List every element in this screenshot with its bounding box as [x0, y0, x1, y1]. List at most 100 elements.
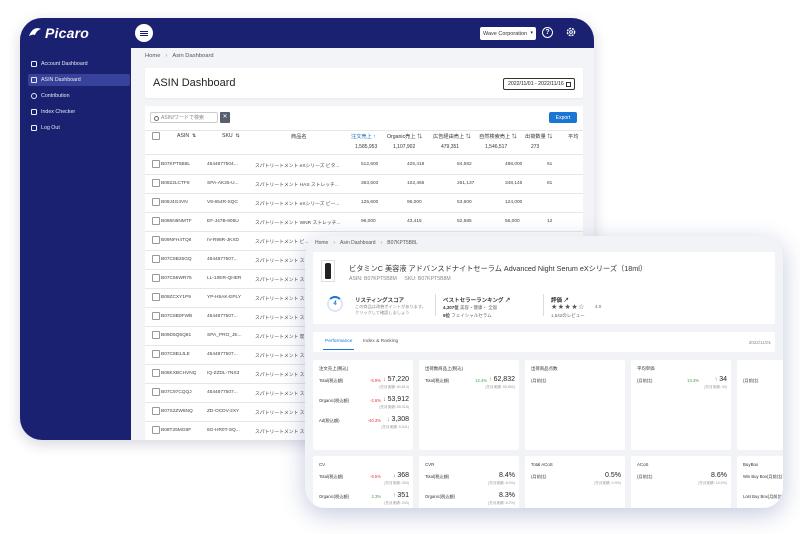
cell-asin[interactable]: B07C8B26GQ: [161, 257, 192, 262]
cell-asin[interactable]: B09NFH4TQ6: [161, 238, 191, 243]
column-header-organic-sales[interactable]: Organic売上 ⇅: [387, 133, 422, 140]
export-button[interactable]: Export: [549, 112, 577, 123]
cell-v3: 53,600: [457, 200, 472, 205]
row-checkbox[interactable]: [152, 426, 160, 434]
row-checkbox[interactable]: [152, 350, 160, 358]
breadcrumb-home[interactable]: Home: [315, 240, 328, 246]
column-header-order-sales[interactable]: 注文売上 ↑: [351, 133, 376, 140]
clear-search-button[interactable]: ✕: [220, 112, 230, 123]
breadcrumb-home[interactable]: Home: [145, 53, 160, 59]
search-input[interactable]: ASIN/ワードで検索: [150, 112, 218, 123]
row-checkbox[interactable]: [152, 331, 160, 339]
breadcrumb-asin-dashboard[interactable]: Asin Dashboard: [340, 240, 376, 246]
rating-count[interactable]: 1,542のレビュー: [551, 313, 585, 319]
external-link-icon[interactable]: ↗: [505, 298, 511, 304]
cell-asin[interactable]: B07C8B0FWB: [161, 314, 192, 319]
product-image: [321, 260, 335, 282]
cell-v2: 43,415: [407, 219, 422, 224]
bestseller-ranking-label: ベストセラーランキング ↗: [443, 298, 511, 304]
cell-asin[interactable]: B07C97CQQJ: [161, 390, 192, 395]
help-icon[interactable]: ?: [542, 27, 553, 38]
column-header-ad-sales[interactable]: 広告経由売上 ⇅: [433, 133, 471, 140]
metric-row: Win Buy Box(月前比): [743, 472, 783, 482]
row-checkbox[interactable]: [152, 160, 160, 168]
cell-asin[interactable]: B0822LCTF8: [161, 181, 190, 186]
table-row[interactable]: B08J4G4VN V8-654R-SQC スパトリートメント eXシリーズ ビー.…: [145, 193, 583, 213]
table-row[interactable]: B086N6NMTF EF-J47B-905U スパトリートメント WNR ストレッ…: [145, 212, 583, 232]
row-checkbox[interactable]: [152, 407, 160, 415]
row-checkbox[interactable]: [152, 179, 160, 187]
cell-asin[interactable]: B07S2ZW6NQ: [161, 409, 193, 414]
cell-asin[interactable]: B07KPT5B8L: [161, 162, 190, 167]
metric-label: Total(税込額): [319, 378, 344, 383]
listing-score-label: リスティングスコア: [355, 298, 405, 304]
column-header-asin[interactable]: ASIN ⇅: [177, 133, 196, 139]
row-checkbox[interactable]: [152, 312, 160, 320]
row-checkbox[interactable]: [152, 293, 160, 301]
sidebar-item-contribution[interactable]: Contribution: [28, 90, 130, 102]
metric-value-text: 368: [397, 472, 409, 479]
tab-performance[interactable]: Performance: [322, 339, 355, 350]
metric-card-title: 注文売上(税込): [319, 366, 349, 371]
metric-card: BuyBox Win Buy Box(月前比) Lost Buy Box(月前比): [737, 456, 783, 508]
sidebar-item-asin-dashboard[interactable]: ASIN Dashboard: [28, 74, 130, 86]
metric-change: 12.4%: [475, 378, 487, 383]
tab-index-ranking[interactable]: Index & Ranking: [363, 339, 398, 344]
cell-asin[interactable]: B07C55WR75: [161, 276, 192, 281]
table-row[interactable]: B07KPT5B8L 4544877504... スパトリートメント eXシリーズ …: [145, 155, 583, 175]
column-header-sku[interactable]: SKU ⇅: [222, 133, 240, 139]
sidebar-item-account-dashboard[interactable]: Account Dashboard: [28, 58, 130, 70]
column-header-average[interactable]: 平均: [568, 133, 578, 140]
cell-asin[interactable]: B09D5Q5Q81: [161, 333, 191, 338]
metric-value: ↑ 34: [715, 376, 727, 383]
cell-asin[interactable]: B07C8B1JLE: [161, 352, 190, 357]
cell-asin[interactable]: B086N6NMTF: [161, 219, 192, 224]
table-row[interactable]: B0822LCTF8 SPA-AK25-U... スパトリートメント HAS ストレ…: [145, 174, 583, 194]
row-checkbox[interactable]: [152, 255, 160, 263]
cell-asin[interactable]: B08KXBCHVNQ: [161, 371, 196, 376]
sidebar-item-label: Index Checker: [41, 109, 76, 115]
organization-select[interactable]: Wave Corporation ▾: [480, 27, 536, 40]
search-icon: [154, 115, 159, 121]
row-checkbox[interactable]: [152, 369, 160, 377]
sidebar-item-index-checker[interactable]: Index Checker: [28, 106, 130, 118]
cell-name: スパトリートメント ス...: [255, 297, 309, 302]
sidebar-item-log-out[interactable]: Log Out: [28, 122, 130, 134]
metric-change: -2.6%: [370, 398, 381, 403]
metric-label: Total(税込額): [425, 474, 450, 479]
cell-sku: ZD-OCDV-2XY: [207, 409, 240, 414]
star-icon: [31, 93, 37, 99]
picaro-logo[interactable]: Picaro: [28, 24, 89, 42]
export-label: Export: [555, 114, 571, 121]
gear-icon[interactable]: [565, 26, 577, 38]
metric-label: (月前比): [637, 474, 653, 479]
cell-name: スパトリートメント eXシリーズ ビー...: [255, 202, 340, 207]
column-header-organic-search-sales[interactable]: 自然検索売上 ⇅: [479, 133, 517, 140]
listing-score-ring[interactable]: 4: [327, 296, 343, 312]
metric-label: (月前比): [743, 378, 759, 383]
select-all-checkbox[interactable]: [152, 132, 160, 140]
row-checkbox[interactable]: [152, 217, 160, 225]
cell-v1: 363,603: [361, 181, 379, 186]
cell-v3: 52,585: [457, 219, 472, 224]
product-card: ビタミンC 美容液 アドバンスドナイトセーラム Advanced Night S…: [313, 252, 775, 324]
row-checkbox[interactable]: [152, 388, 160, 396]
metric-label: Ad(税込額): [319, 418, 340, 423]
page-title: ASIN Dashboard: [153, 77, 236, 89]
metric-card: CVR Total(税込額) 8.4% (先月実績: 8.0%) Organic(税込額…: [419, 456, 519, 508]
cell-asin[interactable]: B08J4G4VN: [161, 200, 188, 205]
menu-toggle-button[interactable]: [135, 24, 153, 42]
metric-value: ↑ 351: [393, 492, 409, 499]
column-header-shipped-qty[interactable]: 出荷数量 ⇅: [525, 133, 552, 140]
row-checkbox[interactable]: [152, 274, 160, 282]
cell-asin[interactable]: B08T25MG8F: [161, 428, 191, 433]
cell-asin[interactable]: B09ZCXY1P9: [161, 295, 191, 300]
row-checkbox[interactable]: [152, 236, 160, 244]
metric-card: CV Total(税込額) -6.5% ↓ 368 (先月実績: 394) Organic…: [313, 456, 413, 508]
row-checkbox[interactable]: [152, 198, 160, 206]
date-range-picker[interactable]: 2022/11/01 - 2022/11/16: [503, 78, 575, 90]
total-ad-sales: 479,351: [441, 144, 460, 150]
product-sku: SKU: B07KPT5B8M: [404, 276, 451, 282]
cell-v4: 56,000: [505, 219, 520, 224]
total-shipped-qty: 273: [531, 144, 540, 150]
